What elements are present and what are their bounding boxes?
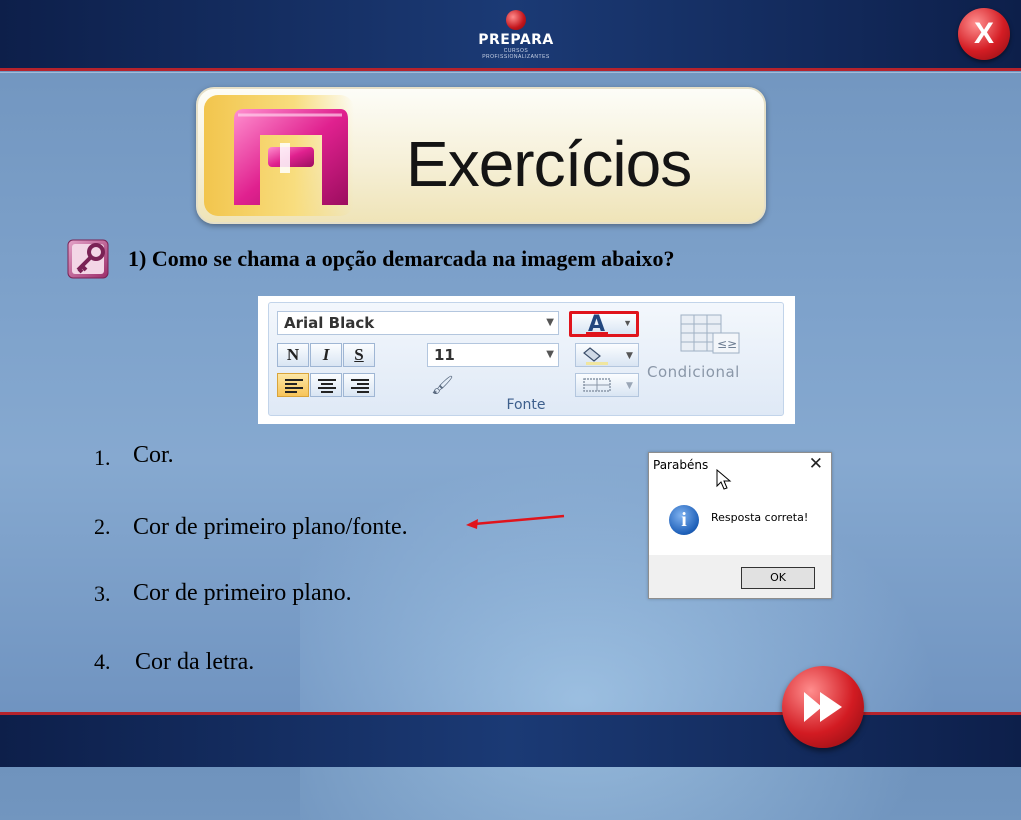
italic-button: I <box>310 343 342 367</box>
dialog-message: Resposta correta! <box>711 511 809 524</box>
info-icon: i <box>669 505 699 535</box>
fast-forward-icon <box>804 692 842 722</box>
answer-pointer-arrow-icon <box>466 514 565 529</box>
underline-button: S <box>343 343 375 367</box>
svg-text:▼: ▼ <box>626 381 633 391</box>
option-number: 2. <box>94 514 111 539</box>
option-4[interactable]: Cor da letra. <box>135 649 254 676</box>
logo-text: PREPARA <box>478 32 554 48</box>
svg-text:▼: ▼ <box>626 351 633 361</box>
page-title: Exercícios <box>406 128 692 200</box>
message-dialog: Parabéns ✕ i Resposta correta! OK <box>648 452 832 599</box>
conditional-label: Condicional <box>647 363 740 381</box>
fill-color-button: ▼ <box>575 343 639 367</box>
mouse-cursor-icon <box>716 469 732 490</box>
chevron-down-icon: ▼ <box>623 318 632 328</box>
bold-button: N <box>277 343 309 367</box>
font-size-value: 11 <box>434 346 455 364</box>
font-name-select: Arial Black ▼ <box>277 311 559 335</box>
paint-bucket-icon: ▼ <box>583 347 633 365</box>
header-divider <box>0 68 1021 71</box>
option-3[interactable]: Cor de primeiro plano. <box>133 580 352 607</box>
font-name-value: Arial Black <box>284 314 375 332</box>
svg-text:≤≥: ≤≥ <box>717 337 737 351</box>
option-number: 4. <box>94 649 111 674</box>
font-color-button: A ▼ <box>569 311 639 337</box>
ok-button[interactable]: OK <box>741 567 815 589</box>
logo-ball-icon <box>506 10 526 30</box>
option-number: 1. <box>94 445 111 470</box>
prepara-logo: PREPARA CURSOS PROFISSIONALIZANTES <box>478 10 554 62</box>
option-1[interactable]: Cor. <box>133 442 174 469</box>
dialog-footer: OK <box>649 555 831 598</box>
align-center-button <box>310 373 342 397</box>
title-banner: Exercícios <box>196 87 766 224</box>
question-text: 1) Como se chama a opção demarcada na im… <box>128 246 675 271</box>
font-group: Arial Black ▼ N I S 11 ▼ 🖌 A ▼ ▼ ▼ ≤≥ Co… <box>268 302 784 416</box>
header-bar: PREPARA CURSOS PROFISSIONALIZANTES X <box>0 0 1021 68</box>
ribbon-screenshot: Arial Black ▼ N I S 11 ▼ 🖌 A ▼ ▼ ▼ ≤≥ Co… <box>258 296 795 424</box>
footer-bar <box>0 715 1021 767</box>
header-divider-highlight <box>0 72 1021 73</box>
font-size-select: 11 ▼ <box>427 343 559 367</box>
conditional-format-icon: ≤≥ <box>680 314 740 354</box>
chevron-down-icon: ▼ <box>546 349 554 360</box>
group-label: Fonte <box>506 397 546 413</box>
dialog-title: Parabéns <box>653 458 709 472</box>
option-2[interactable]: Cor de primeiro plano/fonte. <box>133 514 408 541</box>
format-painter-icon: 🖌 <box>431 375 454 395</box>
dialog-close-icon[interactable]: ✕ <box>809 454 823 474</box>
option-number: 3. <box>94 581 111 606</box>
close-button[interactable]: X <box>958 8 1010 60</box>
border-grid-icon: ▼ <box>583 378 633 392</box>
border-button: ▼ <box>575 373 639 397</box>
align-left-button <box>277 373 309 397</box>
next-button[interactable] <box>782 666 864 748</box>
access-logo-icon <box>234 109 348 205</box>
align-right-button <box>343 373 375 397</box>
logo-subtext: CURSOS PROFISSIONALIZANTES <box>482 48 550 60</box>
access-key-icon <box>67 239 109 279</box>
dialog-body: i Resposta correta! <box>649 483 831 555</box>
font-color-swatch <box>586 332 608 335</box>
chevron-down-icon: ▼ <box>546 317 554 328</box>
